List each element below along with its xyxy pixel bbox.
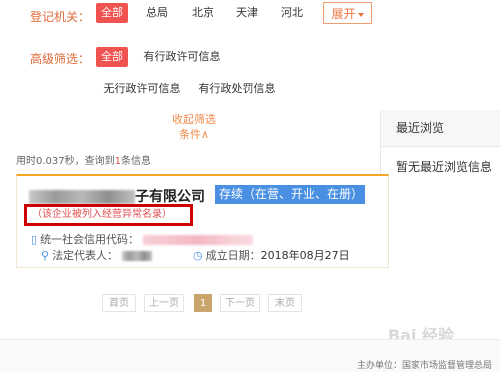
book-icon: ▯ [31,233,38,246]
chevron-down-icon [357,12,364,17]
page-footer: 主办单位：国家市场监督管理总局 [0,339,500,372]
adv-option-all[interactable]: 全部 [96,47,128,67]
redacted-legal-rep [121,251,152,261]
adv-option-no-license[interactable]: 无行政许可信息 [100,79,184,99]
reg-option-general[interactable]: 总局 [140,3,174,23]
reg-option-hebei[interactable]: 河北 [275,3,309,23]
founding-date-value: 2018年08月27日 [260,249,350,262]
collapse-label-line1: 收起筛选 [172,113,216,126]
redacted-credit-code [142,235,253,245]
redacted-name [29,190,135,204]
pagination-prev[interactable]: 上一页 [144,294,184,312]
company-name[interactable]: 子有限公司 [29,186,205,206]
company-suffix: 子有限公司 [135,189,205,205]
credit-code-row: ▯ 统一社会信用代码： [31,231,253,247]
timing-prefix: 用时0.037秒，查询到 [16,156,115,167]
pagination-current[interactable]: 1 [194,294,212,312]
collapse-filter-toggle[interactable]: 收起筛选 条件∧ [170,112,218,142]
adv-option-has-license[interactable]: 有行政许可信息 [140,47,224,67]
result-timing: 用时0.037秒，查询到1条信息 [16,152,151,167]
pagination-next[interactable]: 下一页 [220,294,260,312]
legal-rep-label: 法定代表人： [52,249,119,262]
status-badge: 存续（在营、开业、在册） [215,185,365,204]
credit-code-label: 统一社会信用代码： [40,233,140,246]
filter-panel: 登记机关： 全部 总局 北京 天津 河北 展开 高级筛选： 全部 有行政许可信息… [0,0,385,108]
pagination-last[interactable]: 末页 [268,294,302,312]
result-card[interactable]: 子有限公司 存续（在营、开业、在册） （该企业被列入经营异常名录） ▯ 统一社会信… [16,174,389,268]
reg-option-all[interactable]: 全部 [96,3,128,23]
expand-button[interactable]: 展开 [323,2,372,24]
recent-browse-panel: 最近浏览 暂无最近浏览信息 [380,110,500,190]
founding-date-label: 成立日期： [205,249,261,262]
collapse-label-line2: 条件∧ [178,128,210,141]
legal-rep-row: ⚲ 法定代表人： [41,247,152,263]
recent-browse-empty: 暂无最近浏览信息 [396,160,493,174]
reg-option-beijing[interactable]: 北京 [186,3,220,23]
abnormal-notice: （该企业被列入经营异常名录） [24,204,193,226]
clock-icon: ◷ [193,249,203,262]
expand-label: 展开 [331,7,356,21]
reg-option-tianjin[interactable]: 天津 [230,3,264,23]
recent-browse-header: 最近浏览 [381,110,500,147]
person-icon: ⚲ [41,249,50,262]
adv-option-has-penalty[interactable]: 有行政处罚信息 [195,79,279,99]
pagination-first[interactable]: 首页 [102,294,136,312]
advanced-filter-label: 高级筛选： [30,52,91,66]
registration-label: 登记机关： [30,10,91,24]
founding-date-row: ◷ 成立日期：2018年08月27日 [193,247,350,263]
footer-organizer: 主办单位：国家市场监督管理总局 [356,361,492,371]
timing-suffix: 条信息 [121,156,152,167]
